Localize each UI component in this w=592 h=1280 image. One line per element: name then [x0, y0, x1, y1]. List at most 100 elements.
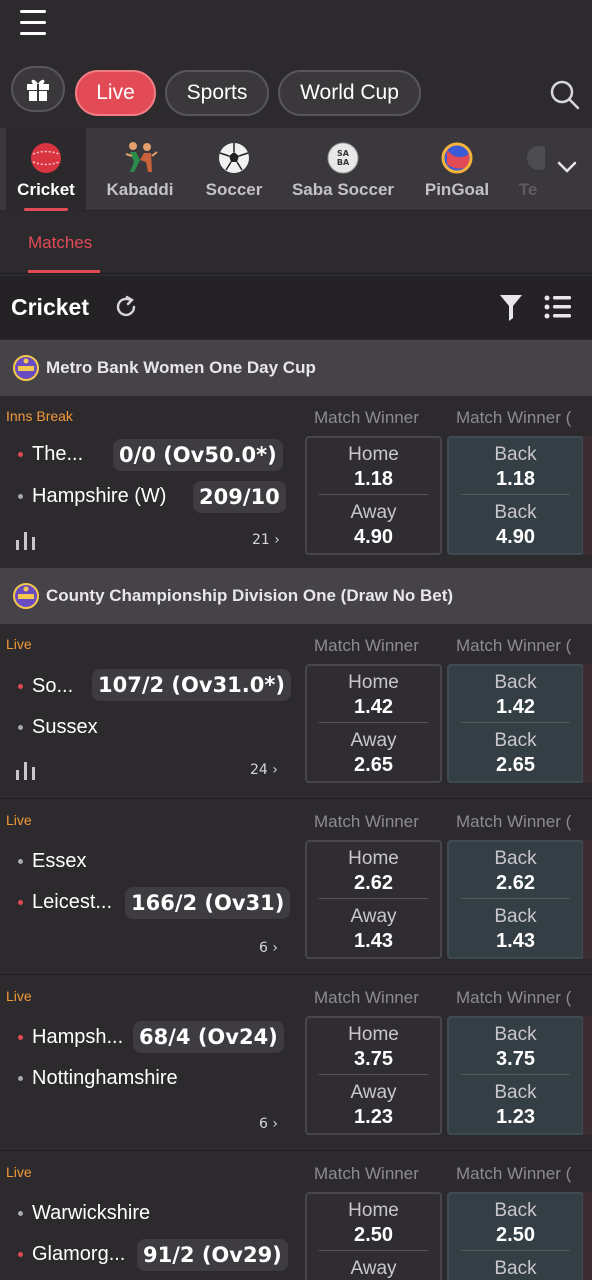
- odds-box-partial[interactable]: [583, 1192, 592, 1280]
- sport-tab-label: Kabaddi: [106, 180, 174, 199]
- market-header: Match Winner (: [456, 636, 572, 655]
- sports-tab[interactable]: Sports: [165, 70, 269, 116]
- team-2: Hampshire (W): [18, 485, 166, 508]
- market-header: Match Winner (: [456, 1164, 572, 1183]
- score-badge: 91/2 (Ov29): [137, 1239, 288, 1271]
- sport-icon: [510, 140, 546, 176]
- svg-text:SA: SA: [337, 149, 350, 158]
- score-badge: 209/10: [193, 481, 286, 513]
- chevron-down-icon[interactable]: [556, 156, 578, 182]
- sport-tab-soccer[interactable]: Soccer: [194, 128, 274, 211]
- market-header: Match Winner (: [456, 812, 572, 831]
- match-row[interactable]: Live So... 107/2 (Ov31.0*) Sussex 24 › M…: [0, 624, 592, 799]
- cricket-ball-icon: [28, 140, 64, 176]
- sport-tab-partial[interactable]: Te: [508, 128, 548, 211]
- team-name: Nottinghamshire: [32, 1067, 178, 1089]
- pingoal-icon: [439, 140, 475, 176]
- match-status: Live: [6, 988, 32, 1004]
- team-name: Essex: [32, 850, 87, 872]
- team-name: Leicest...: [32, 891, 113, 913]
- live-tab[interactable]: Live: [75, 70, 156, 116]
- odds-box-home-away[interactable]: Home 1.18 Away 4.90: [305, 436, 442, 555]
- team-name: Glamorg...: [32, 1243, 126, 1265]
- team-1: So...: [18, 675, 73, 698]
- score-badge: 0/0 (Ov50.0*): [113, 439, 283, 471]
- market-header: Match Winner: [314, 988, 419, 1007]
- league-header[interactable]: County Championship Division One (Draw N…: [0, 568, 592, 624]
- league-header[interactable]: Metro Bank Women One Day Cup: [0, 340, 592, 396]
- world-cup-tab[interactable]: World Cup: [278, 70, 421, 116]
- more-markets-link[interactable]: 6 ›: [259, 1116, 278, 1132]
- sport-tab-label: Te: [518, 180, 538, 199]
- kabaddi-icon: [122, 140, 158, 176]
- filter-icon[interactable]: [498, 292, 524, 326]
- gift-icon[interactable]: [11, 66, 65, 112]
- league-badge-icon: [13, 354, 39, 386]
- sport-tab-saba-soccer[interactable]: SA BA Saba Soccer: [288, 128, 398, 211]
- odds-box-home-away[interactable]: Home 1.42 Away 2.65: [305, 664, 442, 783]
- sport-tab-cricket[interactable]: Cricket: [6, 128, 86, 211]
- odds-box-partial[interactable]: [583, 664, 592, 783]
- team-name: So...: [32, 675, 74, 697]
- stats-icon[interactable]: [15, 530, 37, 554]
- more-markets-link[interactable]: 21 ›: [252, 532, 280, 548]
- section-title: Cricket: [11, 294, 89, 320]
- tab-matches[interactable]: Matches: [28, 233, 92, 253]
- saba-soccer-icon: SA BA: [325, 140, 361, 176]
- sport-tab-label: Cricket: [17, 180, 75, 199]
- hamburger-menu-icon[interactable]: [20, 10, 46, 38]
- league-name: Metro Bank Women One Day Cup: [46, 358, 316, 377]
- odds-box-back[interactable]: Back 1.18 Back 4.90: [447, 436, 584, 555]
- match-row[interactable]: Live Essex Leicest... 166/2 (Ov31) 6 › M…: [0, 800, 592, 975]
- more-markets-link[interactable]: 24 ›: [250, 762, 278, 778]
- active-tab-indicator: [28, 270, 100, 273]
- match-status: Live: [6, 636, 32, 652]
- score-badge: 166/2 (Ov31): [125, 887, 291, 919]
- market-header: Match Winner: [314, 1164, 419, 1183]
- score-badge: 68/4 (Ov24): [133, 1021, 284, 1053]
- match-row[interactable]: Live Warwickshire Glamorg... 91/2 (Ov29)…: [0, 1152, 592, 1280]
- score-badge: 107/2 (Ov31.0*): [92, 669, 291, 701]
- odds-box-partial[interactable]: [583, 1016, 592, 1135]
- match-row[interactable]: Inns Break The... 0/0 (Ov50.0*) Hampshir…: [0, 396, 592, 571]
- search-icon[interactable]: [550, 80, 580, 114]
- sport-tab-label: Soccer: [205, 180, 263, 199]
- team-1: Warwickshire: [18, 1202, 150, 1225]
- market-header: Match Winner: [314, 812, 419, 831]
- market-header: Match Winner (: [456, 408, 572, 427]
- more-markets-link[interactable]: 6 ›: [259, 940, 278, 956]
- sport-tab-kabaddi[interactable]: Kabaddi: [100, 128, 180, 211]
- market-header: Match Winner: [314, 408, 419, 427]
- team-1: Essex: [18, 850, 86, 873]
- team-1: Hampsh...: [18, 1026, 123, 1049]
- match-row[interactable]: Live Hampsh... 68/4 (Ov24) Nottinghamshi…: [0, 976, 592, 1151]
- sport-tab-pingoal[interactable]: PinGoal: [414, 128, 500, 211]
- match-status: Live: [6, 812, 32, 828]
- match-status: Live: [6, 1164, 32, 1180]
- team-2: Leicest...: [18, 891, 112, 914]
- odds-box-home-away[interactable]: Home 2.62 Away 1.43: [305, 840, 442, 959]
- league-badge-icon: [13, 582, 39, 614]
- odds-box-back[interactable]: Back 3.75 Back 1.23: [447, 1016, 584, 1135]
- team-2: Glamorg...: [18, 1243, 125, 1266]
- team-name: Sussex: [32, 716, 98, 738]
- list-view-icon[interactable]: [544, 294, 572, 324]
- team-name: Hampsh...: [32, 1026, 124, 1048]
- odds-box-back[interactable]: Back 1.42 Back 2.65: [447, 664, 584, 783]
- team-name: Warwickshire: [32, 1202, 151, 1224]
- market-header: Match Winner: [314, 636, 419, 655]
- odds-box-partial[interactable]: [583, 840, 592, 959]
- soccer-ball-icon: [216, 140, 252, 176]
- team-name: The...: [32, 443, 84, 465]
- odds-box-back[interactable]: Back 2.62 Back 1.43: [447, 840, 584, 959]
- refresh-icon[interactable]: [113, 294, 139, 324]
- odds-box-home-away[interactable]: Home 3.75 Away 1.23: [305, 1016, 442, 1135]
- market-header: Match Winner (: [456, 988, 572, 1007]
- odds-box-back[interactable]: Back 2.50 Back: [447, 1192, 584, 1280]
- stats-icon[interactable]: [15, 760, 37, 784]
- odds-box-home-away[interactable]: Home 2.50 Away: [305, 1192, 442, 1280]
- match-status: Inns Break: [6, 408, 73, 424]
- svg-text:BA: BA: [337, 158, 350, 167]
- odds-box-partial[interactable]: [583, 436, 592, 555]
- team-2: Nottinghamshire: [18, 1067, 178, 1090]
